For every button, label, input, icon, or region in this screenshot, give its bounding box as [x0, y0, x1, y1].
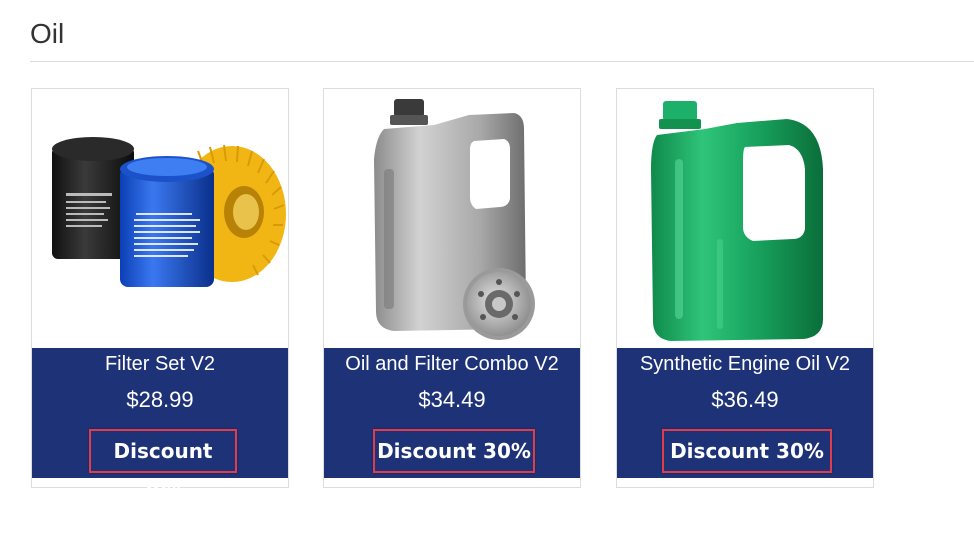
- product-price: $28.99: [126, 387, 194, 412]
- product-price: $36.49: [711, 387, 779, 412]
- product-card[interactable]: Oil and Filter Combo V2 $34.49 Discount …: [323, 88, 581, 488]
- section-divider: [30, 61, 974, 62]
- product-info-panel: Filter Set V2 $28.99 Discount 30%: [32, 348, 288, 503]
- product-image-filter-set[interactable]: [32, 89, 288, 348]
- product-card[interactable]: Filter Set V2 $28.99 Discount 30%: [31, 88, 289, 503]
- product-name[interactable]: Filter Set V2: [32, 351, 288, 377]
- product-image-synthetic-oil[interactable]: [617, 89, 873, 348]
- product-info-panel: Synthetic Engine Oil V2 $36.49 Discount …: [617, 348, 873, 478]
- product-price: $34.49: [418, 387, 486, 412]
- product-card[interactable]: Synthetic Engine Oil V2 $36.49 Discount …: [616, 88, 874, 488]
- section-title: Oil: [30, 18, 65, 49]
- discount-badge: Discount 30%: [89, 429, 237, 503]
- discount-badge: Discount 30%: [373, 429, 535, 473]
- product-name[interactable]: Oil and Filter Combo V2: [324, 351, 580, 377]
- product-info-panel: Oil and Filter Combo V2 $34.49 Discount …: [324, 348, 580, 478]
- product-name[interactable]: Synthetic Engine Oil V2: [617, 351, 873, 377]
- discount-badge: Discount 30%: [662, 429, 832, 473]
- product-image-oil-filter-combo[interactable]: [324, 89, 580, 348]
